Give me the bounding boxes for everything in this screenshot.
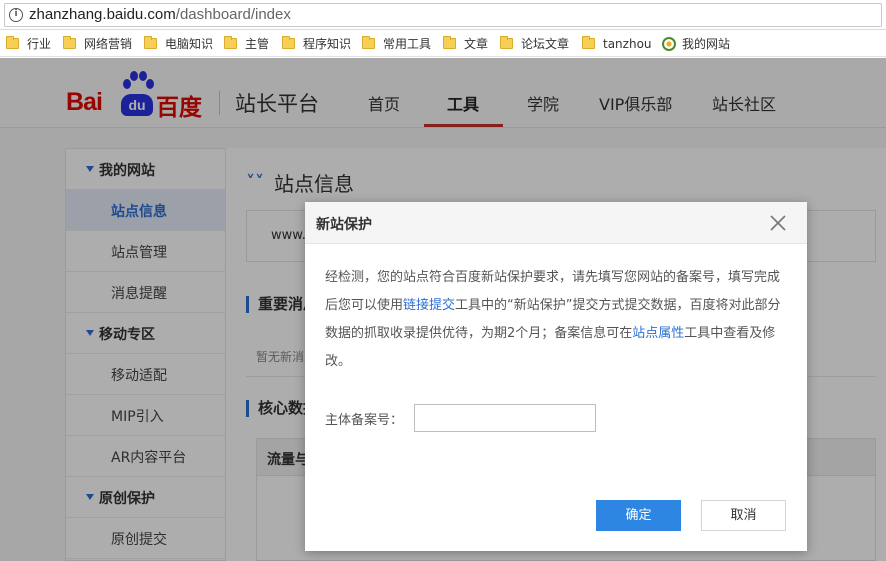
url-host: zhanzhang.baidu.com <box>29 6 176 23</box>
folder-icon <box>282 36 295 49</box>
bookmark-item[interactable]: 文章 <box>443 35 488 52</box>
bookmark-label: tanzhou <box>603 36 652 51</box>
bookmark-label: 网络营销 <box>84 37 133 51</box>
url-text[interactable]: zhanzhang.baidu.com/dashboard/index <box>29 6 291 23</box>
bookmark-item[interactable]: 论坛文章 <box>500 35 569 52</box>
cancel-button[interactable]: 取消 <box>701 500 786 531</box>
globe-icon <box>662 36 676 51</box>
bookmark-item[interactable]: 我的网站 <box>662 35 730 52</box>
bookmark-label: 程序知识 <box>303 37 352 51</box>
dialog-message: 经检测，您的站点符合百度新站保护要求，请先填写您网站的备案号，填写完成后您可以使… <box>325 264 787 376</box>
folder-icon <box>582 36 595 49</box>
folder-icon <box>63 36 76 49</box>
folder-icon <box>224 36 237 49</box>
info-icon[interactable]: i <box>9 8 23 22</box>
bookmarks-bar: 行业 网络营销 电脑知识 主管 程序知识 常用工具 文章 论坛文章 tanzho… <box>0 30 886 57</box>
bookmark-item[interactable]: 电脑知识 <box>144 35 213 52</box>
url-field[interactable]: i zhanzhang.baidu.com/dashboard/index <box>4 3 882 27</box>
bookmark-item[interactable]: 程序知识 <box>282 35 351 52</box>
bookmark-item[interactable]: 常用工具 <box>362 35 431 52</box>
folder-icon <box>6 36 19 49</box>
bookmark-label: 我的网站 <box>682 37 731 51</box>
new-site-protection-dialog: 新站保护 经检测，您的站点符合百度新站保护要求，请先填写您网站的备案号，填写完成… <box>305 202 807 551</box>
close-icon[interactable] <box>768 213 788 233</box>
bookmark-item[interactable]: 网络营销 <box>63 35 132 52</box>
folder-icon <box>362 36 375 49</box>
bookmark-label: 行业 <box>27 37 52 51</box>
folder-icon <box>144 36 157 49</box>
address-bar: i zhanzhang.baidu.com/dashboard/index <box>0 0 886 30</box>
bookmark-label: 电脑知识 <box>165 37 214 51</box>
bookmark-item[interactable]: 主管 <box>224 35 269 52</box>
bookmark-label: 文章 <box>464 37 489 51</box>
link-submit-link[interactable]: 链接提交 <box>403 298 455 313</box>
confirm-button[interactable]: 确定 <box>596 500 681 531</box>
bookmark-label: 论坛文章 <box>521 37 570 51</box>
url-path: /dashboard/index <box>175 6 291 23</box>
site-properties-link[interactable]: 站点属性 <box>632 326 684 341</box>
folder-icon <box>443 36 456 49</box>
bookmark-item[interactable]: 行业 <box>6 35 51 52</box>
dialog-header: 新站保护 <box>305 202 807 244</box>
registration-number-input[interactable] <box>414 404 596 432</box>
bookmark-item[interactable]: tanzhou <box>582 35 652 52</box>
folder-icon <box>500 36 513 49</box>
registration-number-label: 主体备案号： <box>325 413 404 428</box>
dialog-title: 新站保护 <box>316 217 372 233</box>
bookmark-label: 主管 <box>245 37 270 51</box>
bookmark-label: 常用工具 <box>383 37 432 51</box>
